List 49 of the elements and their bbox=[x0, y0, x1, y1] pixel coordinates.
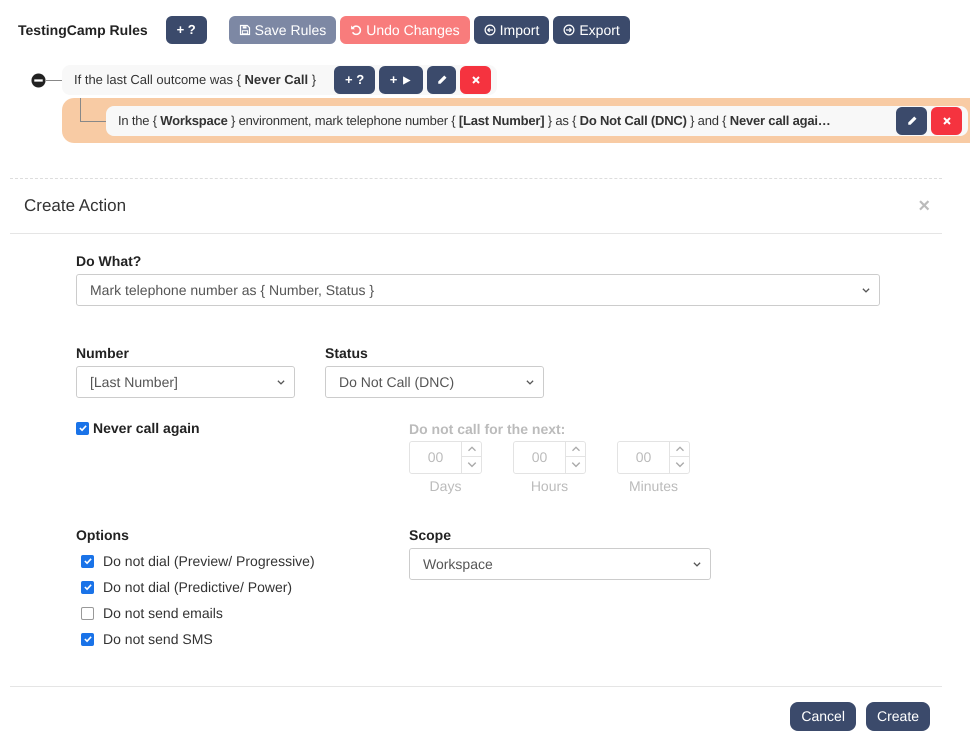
import-button[interactable]: Import bbox=[474, 16, 550, 44]
scope-select[interactable]: Workspace bbox=[409, 548, 711, 580]
checkbox-label: Do not send emails bbox=[103, 604, 223, 622]
circle-arrow-right-icon bbox=[563, 24, 576, 36]
add-action-button[interactable]: + bbox=[379, 66, 424, 94]
unit-label: Minutes bbox=[628, 477, 678, 496]
field-label: Do not call for the next: bbox=[409, 420, 566, 439]
export-button[interactable]: Export bbox=[553, 16, 630, 44]
field-label: Do What? bbox=[76, 252, 142, 271]
checkbox-label: Never call again bbox=[93, 418, 200, 438]
checkbox[interactable] bbox=[81, 606, 94, 620]
cancel-button[interactable]: Cancel bbox=[790, 702, 856, 731]
unit-label: Hours bbox=[530, 477, 568, 496]
rule-condition-text: If the last Call outcome was { Never Call } bbox=[74, 71, 316, 90]
delete-button[interactable] bbox=[931, 106, 962, 134]
number-select[interactable]: [Last Number] bbox=[76, 366, 295, 398]
do-what-select[interactable]: Mark telephone number as { Number, Status } bbox=[76, 274, 880, 306]
checkbox-label: Do not dial (Preview/ Progressive) bbox=[103, 552, 315, 571]
pencil-icon bbox=[906, 114, 918, 126]
create-button[interactable]: Create bbox=[866, 702, 930, 731]
page-title: TestingCamp Rules bbox=[18, 20, 148, 40]
number-spinner: 00 bbox=[409, 441, 482, 474]
number-spinner: 00 bbox=[617, 441, 690, 474]
checkbox-label: Do not send SMS bbox=[103, 630, 213, 648]
circle-arrow-left-icon bbox=[484, 24, 496, 36]
checkbox-label: Do not dial (Predictive/ Power) bbox=[103, 578, 292, 597]
number-spinner: 00 bbox=[513, 441, 586, 474]
edit-button[interactable] bbox=[896, 106, 927, 134]
add-button[interactable]: + ? bbox=[334, 66, 376, 94]
edit-button[interactable] bbox=[427, 66, 456, 94]
close-icon bbox=[470, 74, 482, 86]
field-label: Number bbox=[76, 344, 130, 363]
checkbox[interactable] bbox=[81, 580, 94, 594]
field-label: Options bbox=[76, 526, 130, 545]
action-text: In the { Workspace } environment, mark telephone number { [Last Number] } as { Do Not Call (DNC) } and { Never call agai… bbox=[118, 112, 832, 130]
dialog-title: Create Action bbox=[24, 195, 126, 218]
field-label: Status bbox=[325, 344, 369, 363]
status-select[interactable]: Do Not Call (DNC) bbox=[325, 366, 544, 398]
pencil-icon bbox=[436, 74, 448, 86]
checkbox[interactable] bbox=[81, 632, 94, 646]
field-label: Scope bbox=[409, 526, 452, 545]
delete-button[interactable] bbox=[460, 66, 492, 94]
add-button[interactable]: + ? bbox=[166, 16, 207, 44]
checkbox[interactable] bbox=[81, 554, 94, 568]
undo-icon bbox=[350, 24, 362, 36]
close-icon bbox=[940, 114, 952, 126]
unit-label: Days bbox=[430, 477, 462, 496]
play-icon bbox=[401, 74, 412, 86]
checkbox[interactable] bbox=[76, 422, 89, 434]
